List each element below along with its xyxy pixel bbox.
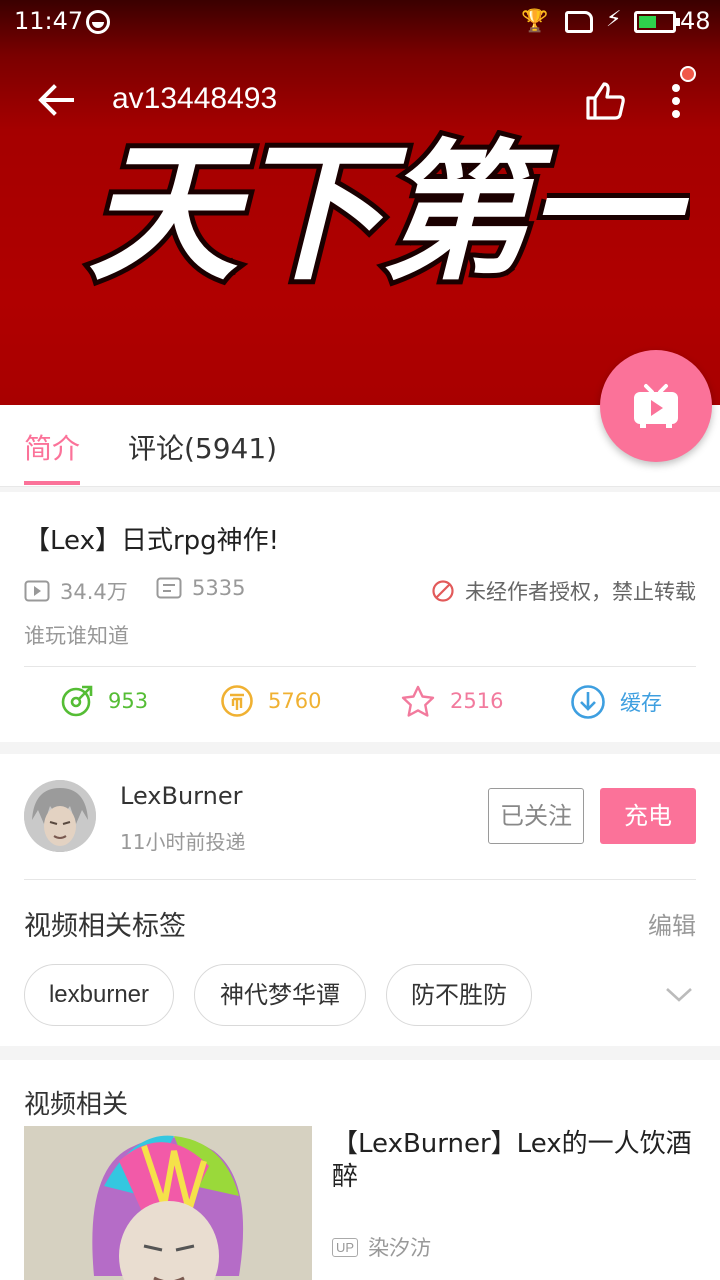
uploader-card: LexBurner 11小时前投递 已关注 充电 视频相关标签 编辑 lexbu… — [0, 754, 720, 1046]
related-heading: 视频相关 — [24, 1090, 129, 1120]
related-videos: 视频相关 【LexBurner】Lex的一人饮酒醉 UP 染汐汸 — [0, 1060, 720, 1280]
share-icon — [61, 685, 93, 717]
cache-button[interactable]: 缓存 — [570, 684, 662, 720]
tags-heading: 视频相关标签 — [24, 911, 186, 942]
play-count-icon — [24, 580, 50, 602]
notification-dot — [680, 66, 696, 82]
danmaku-count-text: 5335 — [192, 576, 246, 600]
thumbs-up-icon[interactable] — [582, 78, 628, 124]
trophy-icon: 🏆 — [521, 9, 549, 34]
thumbnail-image — [24, 1126, 312, 1280]
view-count: 34.4万 — [24, 576, 128, 606]
video-id: av13448493 — [112, 82, 278, 115]
coin-icon — [221, 685, 253, 717]
tag-chip[interactable]: 神代梦华谭 — [194, 964, 366, 1026]
copyright-notice-text: 未经作者授权，禁止转载 — [465, 580, 696, 604]
cover-text: 天下第一 — [88, 130, 690, 290]
star-icon — [401, 685, 435, 717]
tag-chip[interactable]: lexburner — [24, 964, 174, 1026]
video-stats: 34.4万 5335 未经作者授权，禁止转载 — [24, 576, 696, 604]
coin-button[interactable]: 5760 — [220, 684, 321, 718]
avatar-image — [24, 780, 96, 852]
follow-button[interactable]: 已关注 — [488, 788, 584, 844]
cover-title-art: 天下第一 — [83, 130, 690, 290]
tab-intro[interactable]: 简介 — [24, 427, 80, 467]
download-icon — [571, 685, 605, 719]
video-info-card: 【Lex】日式rpg神作! 34.4万 5335 未经作者授权，禁止转载 谁玩谁… — [0, 492, 720, 742]
tv-play-icon — [634, 384, 678, 428]
related-video-uploader: UP 染汐汸 — [332, 1232, 431, 1262]
video-description: 谁玩谁知道 — [24, 624, 129, 648]
top-toolbar: av13448493 — [0, 60, 720, 140]
status-bar: 11:47 🏆 ⚡ 48 — [0, 0, 720, 44]
app-notification-icon — [86, 10, 110, 34]
tag-chip[interactable]: 防不胜防 — [386, 964, 532, 1026]
uploader-avatar[interactable] — [24, 780, 96, 852]
up-badge-icon: UP — [332, 1237, 359, 1257]
related-video-title[interactable]: 【LexBurner】Lex的一人饮酒醉 — [332, 1128, 702, 1194]
action-bar: 953 5760 2516 缓存 — [0, 672, 720, 738]
favorite-count: 2516 — [450, 689, 504, 713]
related-video-thumbnail[interactable] — [24, 1126, 312, 1280]
related-uploader-name: 染汐汸 — [368, 1236, 432, 1260]
favorite-button[interactable]: 2516 — [400, 684, 503, 718]
status-time: 11:47 — [14, 7, 84, 35]
no-repost-icon — [432, 580, 454, 602]
copyright-notice: 未经作者授权，禁止转载 — [431, 576, 696, 606]
more-vertical-icon[interactable] — [660, 78, 692, 124]
video-title: 【Lex】日式rpg神作! — [24, 526, 280, 556]
cache-label: 缓存 — [620, 691, 662, 715]
divider — [24, 666, 696, 667]
edit-tags-button[interactable]: 编辑 — [648, 906, 696, 941]
share-button[interactable]: 953 — [60, 684, 148, 718]
chevron-down-icon[interactable] — [664, 982, 694, 1006]
share-count: 953 — [108, 689, 149, 713]
posted-time: 11小时前投递 — [120, 830, 246, 854]
back-arrow-icon[interactable] — [34, 78, 78, 122]
danmaku-icon — [156, 577, 182, 599]
video-cover-banner[interactable]: 11:47 🏆 ⚡ 48 av13448493 天下第一 — [0, 0, 720, 405]
tab-indicator — [24, 481, 80, 485]
coin-count: 5760 — [268, 689, 322, 713]
divider — [24, 879, 696, 880]
battery-level: 48 — [680, 7, 711, 35]
view-count-text: 34.4万 — [60, 580, 128, 604]
charging-icon: ⚡ — [606, 7, 622, 32]
uploader-name[interactable]: LexBurner — [120, 782, 242, 810]
battery-icon — [634, 11, 680, 33]
danmaku-count: 5335 — [156, 576, 245, 600]
play-video-button[interactable] — [600, 350, 712, 462]
charge-button[interactable]: 充电 — [600, 788, 696, 844]
tab-comments[interactable]: 评论(5941) — [128, 427, 277, 467]
sim-card-icon — [565, 11, 593, 33]
